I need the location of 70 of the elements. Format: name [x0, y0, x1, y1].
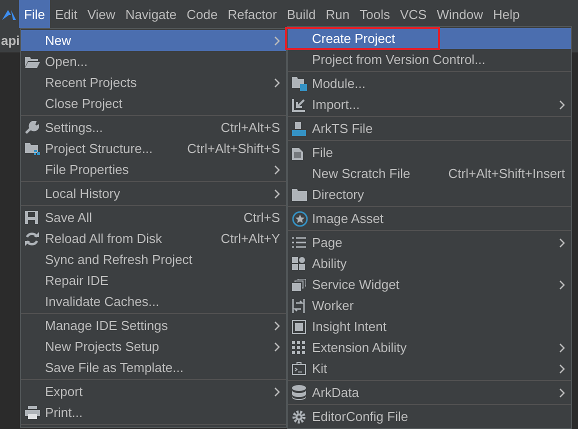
widget-icon — [292, 278, 306, 290]
menu-item[interactable]: Extension Ability — [288, 337, 571, 358]
menu[interactable]: Edit — [50, 0, 82, 28]
folder-icon — [292, 188, 307, 200]
menu-item[interactable]: Repair IDE — [21, 270, 286, 291]
dots-grid-icon — [292, 341, 305, 354]
reload-icon — [25, 232, 39, 246]
save-icon — [25, 211, 38, 224]
menu-item[interactable]: Reload All from Disk Ctrl+Alt+Y — [21, 228, 286, 249]
project-tab[interactable]: api — [0, 32, 20, 48]
menu-item[interactable]: Local History — [21, 183, 286, 204]
menu-item[interactable]: Invalidate Caches... — [21, 291, 286, 312]
menu-item[interactable]: Page — [288, 232, 571, 253]
menu-item[interactable]: Kit — [288, 358, 571, 379]
grid-icon — [292, 257, 305, 270]
menu-item[interactable]: New — [21, 30, 286, 51]
menu[interactable]: Run — [320, 0, 355, 28]
menu-item[interactable]: Worker — [288, 295, 571, 316]
menu-item[interactable]: Image Asset — [288, 208, 571, 229]
menu-item[interactable]: Close Project — [21, 93, 286, 114]
printer-icon — [25, 406, 40, 419]
menu-item[interactable]: Module... — [288, 73, 571, 94]
menu-item[interactable]: Recent Projects — [21, 72, 286, 93]
intent-icon — [292, 320, 306, 334]
menu-item[interactable]: File — [288, 142, 571, 163]
menu-item[interactable]: Insight Intent — [288, 316, 571, 337]
menu[interactable]: Tools — [354, 0, 395, 28]
menu[interactable]: Refactor — [222, 0, 282, 28]
menu-item[interactable]: Export — [21, 381, 286, 402]
menu-item[interactable]: Print... — [21, 402, 286, 423]
menu-item[interactable]: ArkData — [288, 382, 571, 403]
menu-item[interactable]: Manage IDE Settings — [21, 315, 286, 336]
menu-item[interactable]: New Projects Setup — [21, 336, 286, 357]
menu[interactable]: Help — [488, 0, 525, 28]
menu-item[interactable]: Project from Version Control... — [288, 49, 571, 70]
menu-item[interactable]: Create Project — [288, 28, 571, 49]
menu-item[interactable]: Project Structure... Ctrl+Alt+Shift+S — [21, 138, 286, 159]
folder-icon — [292, 76, 307, 90]
menu[interactable]: Window — [432, 0, 488, 28]
folder-icon — [25, 142, 40, 155]
menu-item[interactable]: Open... — [21, 51, 286, 72]
import-icon — [292, 98, 306, 112]
menu-item[interactable]: Settings... Ctrl+Alt+S — [21, 117, 286, 138]
menu[interactable]: Build — [282, 0, 321, 28]
menu-item[interactable]: File Properties — [21, 159, 286, 180]
menu-item[interactable]: Save All Ctrl+S — [21, 207, 286, 228]
menu-item[interactable]: Ability — [288, 253, 571, 274]
file-icon — [292, 146, 303, 160]
menu-item[interactable]: ArkTS File — [288, 118, 571, 139]
menu-item[interactable]: Save File as Template... — [21, 357, 286, 378]
menu-item[interactable]: New Scratch File Ctrl+Alt+Shift+Insert — [288, 163, 571, 184]
gear-icon — [292, 410, 306, 424]
menu-item[interactable]: Service Widget — [288, 274, 571, 295]
wrench-icon — [25, 120, 39, 134]
menu[interactable]: File — [19, 0, 50, 28]
terminal-icon — [292, 362, 306, 375]
file-icon — [292, 122, 306, 136]
menu-item[interactable]: Import... — [288, 94, 571, 115]
list-icon — [292, 237, 306, 248]
folder-icon — [25, 56, 40, 68]
menu[interactable]: Navigate — [120, 0, 182, 28]
menu[interactable]: Code — [182, 0, 223, 28]
menu-item[interactable]: Sync and Refresh Project — [21, 249, 286, 270]
worker-icon — [292, 298, 305, 312]
menu[interactable]: VCS — [394, 0, 432, 28]
app-logo-icon — [2, 8, 16, 20]
menu-item[interactable]: EditorConfig File — [288, 406, 571, 427]
menu-item[interactable]: Directory — [288, 184, 571, 205]
database-icon — [292, 385, 306, 400]
menu[interactable]: View — [82, 0, 120, 28]
